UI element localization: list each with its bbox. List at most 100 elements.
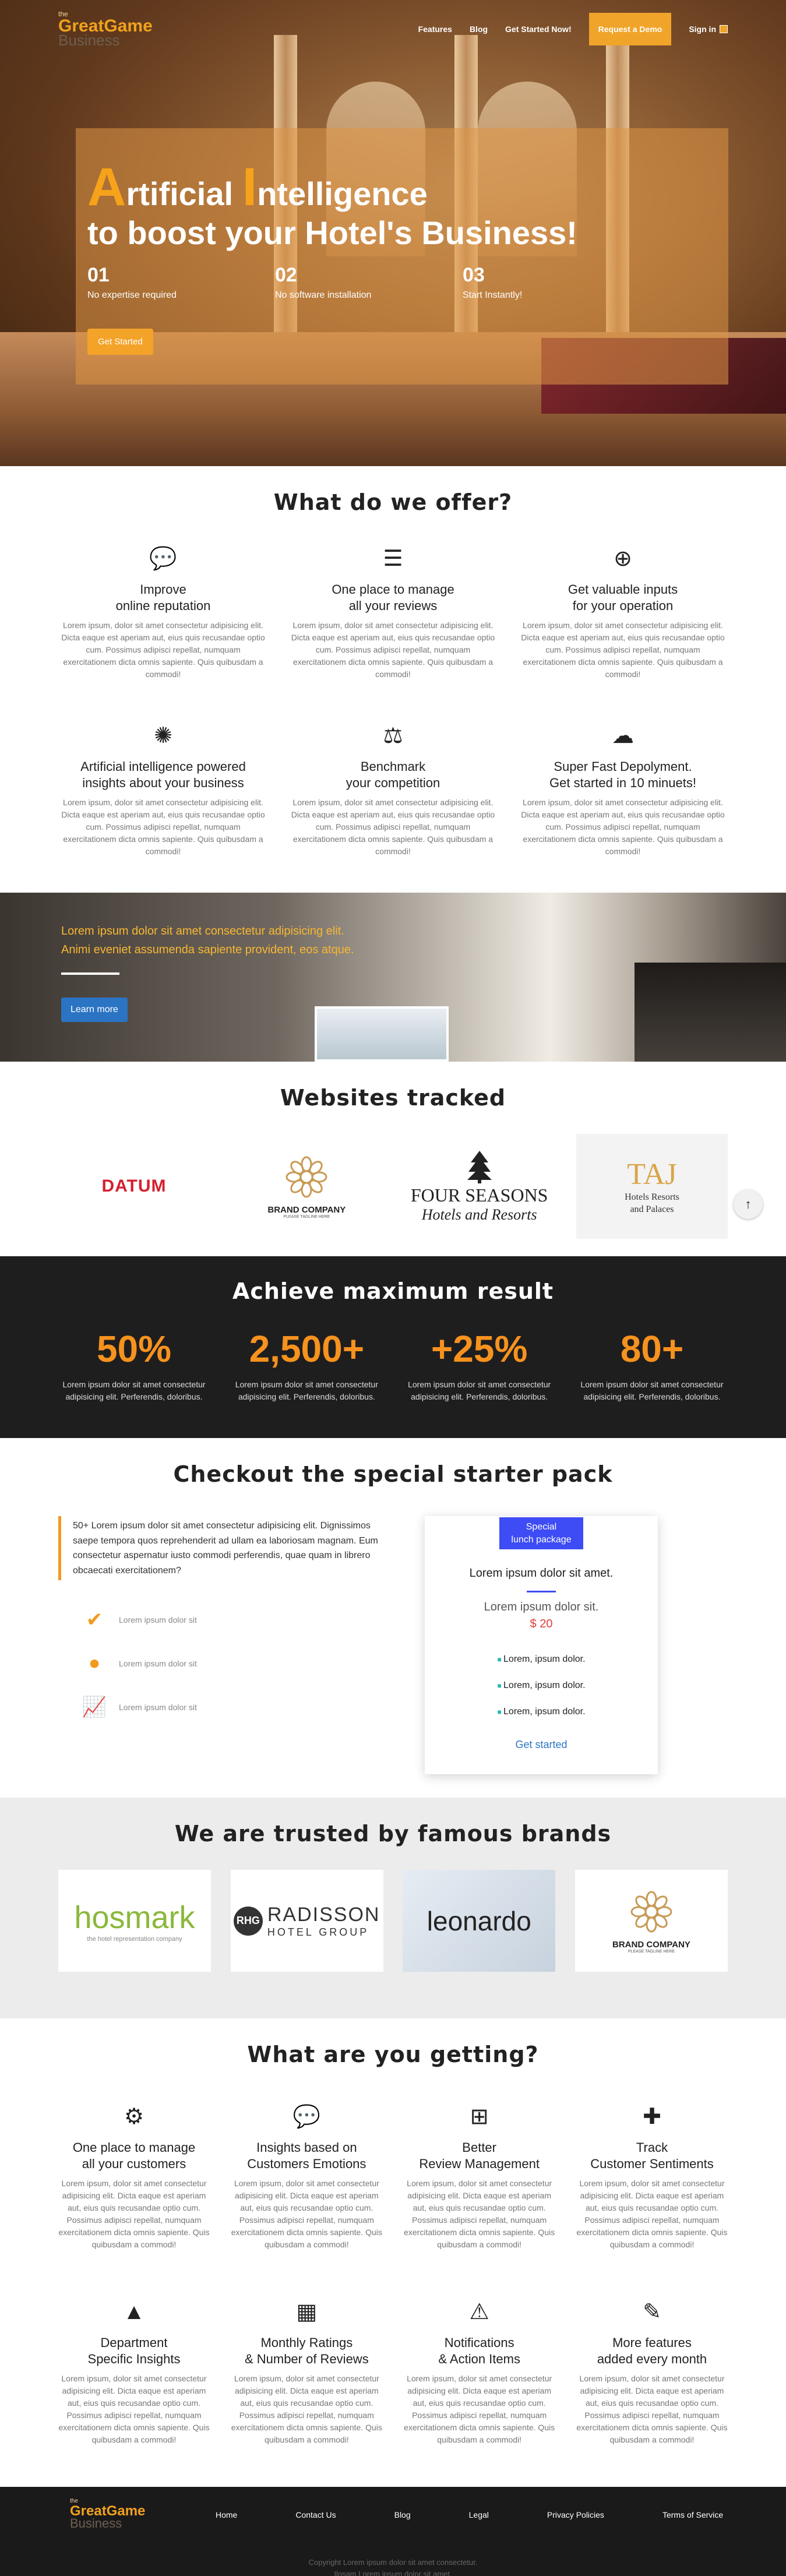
brand-company-tagline: PLEASE TAGLINE HERE <box>283 1215 330 1219</box>
tracked-logos: DATUM BRAND COMPANY PLEASE TAGLINE HERE … <box>58 1134 728 1239</box>
sign-in-link[interactable]: Sign in <box>689 24 728 34</box>
pricing-card: Special lunch package Lorem ipsum dolor … <box>425 1516 658 1775</box>
hero-content: Artificial Intelligence to boost your Ho… <box>87 160 650 355</box>
hero-line2: to boost your Hotel's Business! <box>87 214 577 252</box>
sitemap-icon: ⊞ <box>470 2105 489 2130</box>
brand-company-tagline: PLEASE TAGLINE HERE <box>628 1949 675 1954</box>
starter-details: 50+ Lorem ipsum dolor sit amet consectet… <box>58 1516 385 1774</box>
offer-item-text: Lorem ipsum, dolor sit amet consectetur … <box>521 798 725 856</box>
hero-stat-label: No expertise required <box>87 290 177 301</box>
pricing-badge: Special lunch package <box>499 1517 583 1550</box>
getting-item-title: Track Customer Sentiments <box>590 2140 714 2171</box>
brand-company-logo: BRAND COMPANY PLEASE TAGLINE HERE <box>231 1134 382 1239</box>
offer-item: ☁ Super Fast Depolyment. Get started in … <box>518 721 728 858</box>
getting-item-text: Lorem ipsum, dolor sit amet consectetur … <box>58 2374 210 2445</box>
footer-link-home[interactable]: Home <box>216 2510 237 2519</box>
offer-item-text: Lorem ipsum, dolor sit amet consectetur … <box>291 621 495 679</box>
getting-item-title: Notifications & Action Items <box>438 2335 520 2366</box>
getting-item: ▲ Department Specific Insights Lorem ips… <box>58 2297 210 2446</box>
pricing-amount: $ 20 <box>530 1618 553 1631</box>
offer-item-title: Improve online reputation <box>115 582 211 613</box>
getting-item-title: Monthly Ratings & Number of Reviews <box>244 2335 369 2366</box>
chat-bubble-icon: 💬 <box>149 547 177 571</box>
offer-item-text: Lorem ipsum, dolor sit amet consectetur … <box>521 621 725 679</box>
footer-logo[interactable]: the GreatGame Business <box>70 2499 145 2530</box>
hosmark-logo: hosmark the hotel representation company <box>58 1870 211 1972</box>
radisson-text: RADISSON HOTEL GROUP <box>267 1904 380 1939</box>
result-stat-value: 2,500+ <box>249 1328 365 1370</box>
result-stat-value: 50% <box>96 1328 172 1370</box>
trusted-logos: hosmark the hotel representation company… <box>58 1870 728 1972</box>
nav-link-get-started[interactable]: Get Started Now! <box>505 24 572 34</box>
starter-check-label: Lorem ipsum dolor sit <box>119 1702 197 1712</box>
result-stat: +25% Lorem ipsum dolor sit amet consecte… <box>404 1327 555 1403</box>
footer-link-blog[interactable]: Blog <box>394 2510 411 2519</box>
result-stat: 80+ Lorem ipsum dolor sit amet consectet… <box>576 1327 728 1403</box>
hero-get-started-button[interactable]: Get Started <box>87 329 153 355</box>
trusted-section: We are trusted by famous brands hosmark … <box>0 1798 786 2019</box>
getting-item-title: Insights based on Customers Emotions <box>247 2140 366 2171</box>
hero-stat-1: 01 No expertise required <box>87 264 275 301</box>
hero-headline: Artificial Intelligence to boost your Ho… <box>87 160 650 252</box>
getting-item-text: Lorem ipsum, dolor sit amet consectetur … <box>576 2374 728 2445</box>
hero-cap-i: I <box>242 157 258 217</box>
getting-item: ⚠ Notifications & Action Items Lorem ips… <box>404 2297 555 2446</box>
result-stat: 2,500+ Lorem ipsum dolor sit amet consec… <box>231 1327 382 1403</box>
result-stat: 50% Lorem ipsum dolor sit amet consectet… <box>58 1327 210 1403</box>
banner-furniture-decor <box>635 963 786 1062</box>
footer-link-legal[interactable]: Legal <box>469 2510 489 2519</box>
learn-more-button[interactable]: Learn more <box>61 998 128 1022</box>
nav-link-features[interactable]: Features <box>418 24 452 34</box>
pricing-sub: Lorem ipsum dolor sit. <box>484 1601 599 1614</box>
banner-text: Lorem ipsum dolor sit amet consectetur a… <box>61 922 354 959</box>
warning-icon: ⚠ <box>469 2300 489 2325</box>
pricing-feature-item: Lorem, ipsum dolor. <box>425 1707 658 1733</box>
banner-line2: Animi eveniet assumenda sapiente provide… <box>61 943 354 956</box>
banner-line1: Lorem ipsum dolor sit amet consectetur a… <box>61 925 344 938</box>
pricing-features: Lorem, ipsum dolor. Lorem, ipsum dolor. … <box>425 1654 658 1733</box>
double-check-icon: ✔ <box>86 1608 103 1631</box>
brand-company-logo: BRAND COMPANY PLEASE TAGLINE HERE <box>574 1870 728 1972</box>
gears-icon: ⚙ <box>124 2105 144 2130</box>
site-footer: the GreatGame Business Home Contact Us B… <box>0 2487 786 2576</box>
request-demo-button[interactable]: Request a Demo <box>588 13 672 45</box>
getting-item: ✎ More features added every month Lorem … <box>576 2297 728 2446</box>
result-stat-text: Lorem ipsum dolor sit amet consectetur a… <box>580 1380 724 1401</box>
hosmark-wordmark: hosmark <box>74 1900 195 1935</box>
offer-grid: 💬 Improve online reputation Lorem ipsum,… <box>58 544 728 858</box>
scroll-to-top-button[interactable]: ↑ <box>734 1190 763 1219</box>
hero-stat-label: No software installation <box>275 290 372 301</box>
balance-scale-icon: ⚖ <box>383 724 403 748</box>
banner-window-decor <box>315 1006 449 1062</box>
promo-banner: Lorem ipsum dolor sit amet consectetur a… <box>0 893 786 1062</box>
starter-quote: 50+ Lorem ipsum dolor sit amet consectet… <box>58 1516 385 1581</box>
taj-logo: TAJ Hotels Resorts and Palaces <box>576 1134 728 1239</box>
result-stat-value: +25% <box>431 1328 528 1370</box>
getting-item: ▦ Monthly Ratings & Number of Reviews Lo… <box>231 2297 382 2446</box>
starter-title: Checkout the special starter pack <box>173 1461 613 1487</box>
tracked-title: Websites tracked <box>280 1085 506 1111</box>
pricing-divider <box>527 1591 556 1593</box>
nav-link-blog[interactable]: Blog <box>470 24 488 34</box>
footer-link-terms[interactable]: Terms of Service <box>662 2510 723 2519</box>
radisson-sub: HOTEL GROUP <box>267 1926 369 1938</box>
brand-company-name: BRAND COMPANY <box>267 1205 346 1215</box>
getting-item-title: Department Specific Insights <box>87 2335 181 2366</box>
footer-link-contact[interactable]: Contact Us <box>295 2510 336 2519</box>
offer-item: 💬 Improve online reputation Lorem ipsum,… <box>58 544 268 681</box>
offer-item-title: Super Fast Depolyment. Get started in 10… <box>549 759 696 790</box>
checklist-icon: ☰ <box>383 547 403 571</box>
brand-company-emblem-icon <box>630 1891 672 1933</box>
radisson-logo: RHG RADISSON HOTEL GROUP <box>230 1870 383 1972</box>
pricing-get-started-link[interactable]: Get started <box>515 1739 567 1751</box>
site-logo[interactable]: the GreatGame Business <box>58 10 153 48</box>
pricing-feature-item: Lorem, ipsum dolor. <box>425 1654 658 1680</box>
comments-icon: 💬 <box>292 2105 320 2130</box>
offer-item: ⚖ Benchmark your competition Lorem ipsum… <box>288 721 498 858</box>
cloud-download-icon: ☁ <box>612 724 634 748</box>
starter-check-item: ✔ Lorem ipsum dolor sit <box>82 1598 385 1641</box>
offer-item-text: Lorem ipsum, dolor sit amet consectetur … <box>61 798 265 856</box>
footer-link-privacy[interactable]: Privacy Policies <box>547 2510 604 2519</box>
result-stat-text: Lorem ipsum dolor sit amet consectetur a… <box>235 1380 378 1401</box>
footer-logo-business: Business <box>70 2516 122 2531</box>
